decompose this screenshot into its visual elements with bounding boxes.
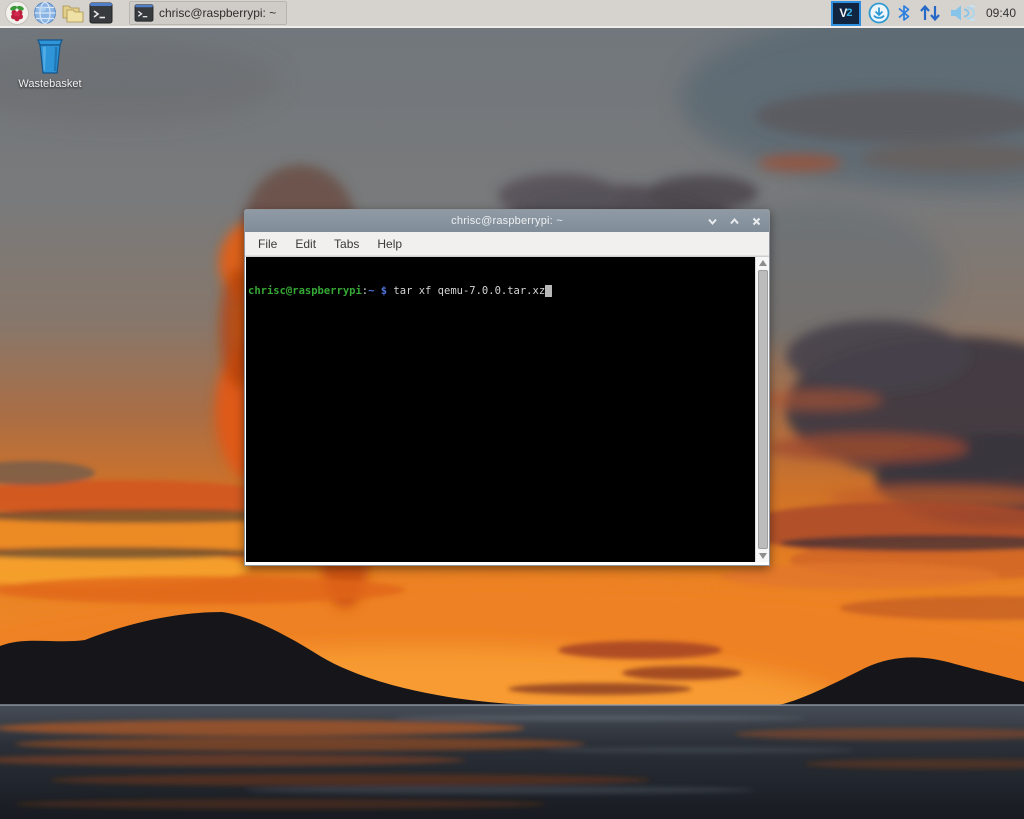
file-manager-launcher-button[interactable] bbox=[60, 1, 86, 25]
taskbar: chrisc@raspberrypi: ~ V2 09:40 bbox=[0, 0, 1024, 28]
terminal-icon bbox=[134, 4, 154, 22]
taskbar-tray: V2 09:40 bbox=[830, 0, 1024, 26]
menu-tabs[interactable]: Tabs bbox=[325, 234, 368, 254]
terminal-cursor bbox=[545, 285, 552, 297]
wastebasket-label: Wastebasket bbox=[18, 78, 82, 90]
terminal-window: chrisc@raspberrypi: ~ File Edit Tabs Hel… bbox=[244, 209, 770, 566]
menu-edit[interactable]: Edit bbox=[286, 234, 325, 254]
scroll-up-button[interactable] bbox=[756, 257, 769, 269]
close-icon bbox=[752, 217, 760, 225]
prompt-dollar: $ bbox=[374, 285, 394, 297]
terminal-scrollbar[interactable] bbox=[755, 257, 769, 562]
minimize-button[interactable] bbox=[705, 214, 719, 228]
terminal-menubar: File Edit Tabs Help bbox=[245, 232, 769, 256]
chevron-up-icon bbox=[729, 217, 739, 224]
vnc-icon-letter: V bbox=[839, 6, 847, 20]
start-menu-button[interactable] bbox=[4, 1, 30, 25]
window-title: chrisc@raspberrypi: ~ bbox=[451, 215, 563, 227]
volume-icon bbox=[950, 4, 975, 22]
scroll-down-button[interactable] bbox=[756, 550, 769, 562]
wastebasket-icon bbox=[37, 39, 63, 74]
volume-tray-button[interactable] bbox=[949, 0, 975, 26]
terminal-prompt-line: chrisc@raspberrypi:~ $ tar xf qemu-7.0.0… bbox=[248, 285, 755, 298]
terminal-launcher-button[interactable] bbox=[88, 1, 114, 25]
file-manager-icon bbox=[62, 5, 84, 23]
browser-launcher-button[interactable] bbox=[32, 1, 58, 25]
bluetooth-icon bbox=[898, 5, 910, 21]
bluetooth-tray-button[interactable] bbox=[897, 0, 911, 26]
vnc-tray-button[interactable]: V2 bbox=[830, 0, 861, 26]
maximize-button[interactable] bbox=[727, 214, 741, 228]
network-tray-button[interactable] bbox=[918, 0, 942, 26]
network-arrows-icon bbox=[920, 4, 940, 22]
wastebasket-desktop-icon[interactable]: Wastebasket bbox=[10, 36, 90, 90]
taskbar-clock[interactable]: 09:40 bbox=[986, 6, 1016, 20]
web-browser-icon bbox=[34, 1, 56, 25]
terminal-command: tar xf qemu-7.0.0.tar.xz bbox=[393, 285, 546, 297]
close-button[interactable] bbox=[749, 214, 763, 228]
prompt-user-host: chrisc@raspberrypi bbox=[248, 285, 362, 297]
terminal-icon bbox=[89, 2, 113, 24]
scroll-up-arrow-icon bbox=[758, 260, 767, 266]
taskbar-window-button[interactable]: chrisc@raspberrypi: ~ bbox=[129, 1, 287, 25]
taskbar-window-label: chrisc@raspberrypi: ~ bbox=[159, 6, 277, 20]
scroll-down-arrow-icon bbox=[758, 553, 767, 559]
chevron-down-icon bbox=[707, 218, 717, 225]
taskbar-left: chrisc@raspberrypi: ~ bbox=[0, 0, 287, 26]
terminal-output[interactable]: chrisc@raspberrypi:~ $ tar xf qemu-7.0.0… bbox=[246, 257, 755, 562]
update-download-icon bbox=[868, 2, 890, 24]
scrollbar-thumb[interactable] bbox=[757, 270, 768, 549]
raspberry-menu-icon bbox=[5, 1, 29, 25]
terminal-content-area: chrisc@raspberrypi:~ $ tar xf qemu-7.0.0… bbox=[245, 256, 769, 565]
desktop-screen: chrisc@raspberrypi: ~ V2 09:40 Wastebask… bbox=[0, 0, 1024, 819]
menu-help[interactable]: Help bbox=[368, 234, 411, 254]
window-titlebar[interactable]: chrisc@raspberrypi: ~ bbox=[245, 210, 769, 232]
vnc-icon-number: 2 bbox=[846, 7, 853, 19]
vnc-icon: V2 bbox=[830, 0, 861, 26]
desktop: Wastebasket chrisc@raspberrypi: ~ File E… bbox=[0, 28, 1024, 819]
menu-file[interactable]: File bbox=[249, 234, 286, 254]
updater-tray-button[interactable] bbox=[868, 0, 890, 26]
window-controls bbox=[705, 210, 763, 232]
